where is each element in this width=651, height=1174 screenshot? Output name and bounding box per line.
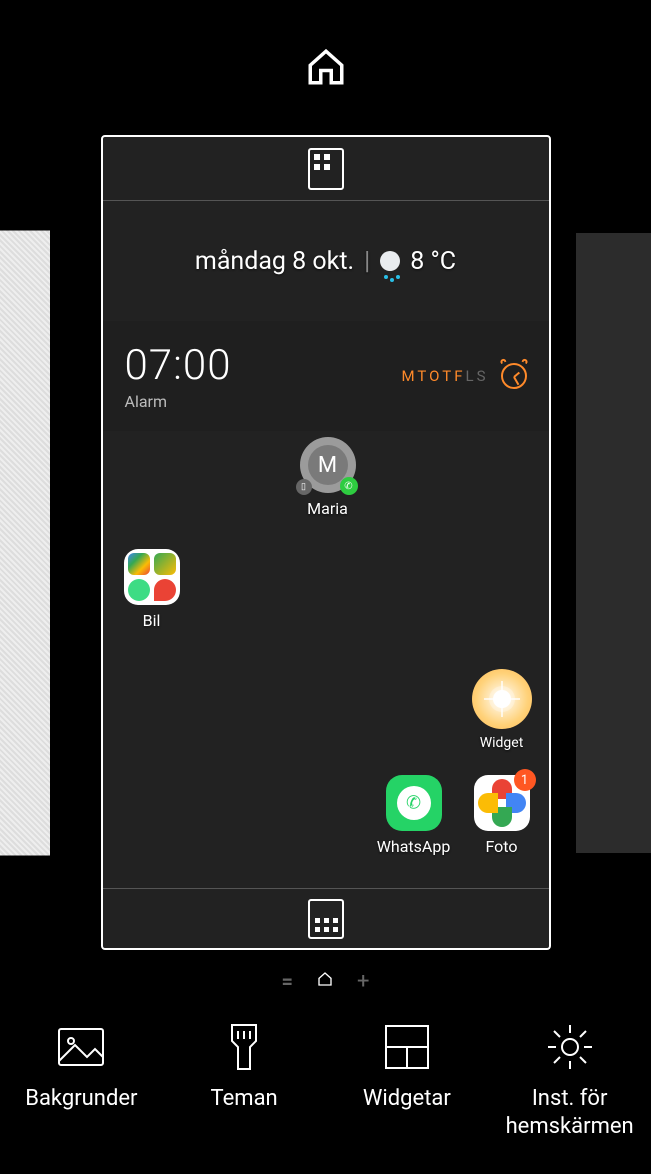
app-label: Maria: [283, 499, 373, 518]
app-label: Bil: [107, 611, 197, 630]
widgets-button[interactable]: Widgetar: [332, 1021, 482, 1113]
home-settings-button[interactable]: Inst. för hemskärmen: [495, 1021, 645, 1140]
wallpapers-icon: [55, 1021, 107, 1073]
themes-icon: [218, 1021, 270, 1073]
home-page-preview[interactable]: måndag 8 okt. | 8 °C 07:00 Alarm MTOTFLS…: [101, 135, 551, 950]
page-peek-right[interactable]: [576, 233, 651, 853]
home-icon: [305, 46, 347, 88]
app-whatsapp[interactable]: ✆ WhatsApp: [369, 775, 459, 856]
preview-bottom-strip: [103, 888, 549, 948]
date-weather-widget[interactable]: måndag 8 okt. | 8 °C: [103, 201, 549, 321]
tool-label: Widgetar: [363, 1085, 451, 1113]
folder-bil[interactable]: Bil: [107, 549, 197, 630]
alarm-days: MTOTFLS: [401, 367, 488, 385]
widget-brightness[interactable]: Widget: [457, 669, 547, 751]
temperature-text: 8 °C: [410, 247, 456, 276]
date-text: måndag 8 okt.: [195, 247, 354, 276]
divider: |: [364, 247, 370, 276]
page-indicator: = +: [0, 951, 651, 1011]
alarm-time: 07:00: [125, 341, 232, 390]
pages-row: måndag 8 okt. | 8 °C 07:00 Alarm MTOTFLS…: [0, 134, 651, 951]
tool-label: Bakgrunder: [25, 1085, 137, 1113]
notification-badge: 1: [514, 769, 536, 791]
phone-badge-icon: ✆: [340, 477, 358, 495]
themes-button[interactable]: Teman: [169, 1021, 319, 1113]
alarm-widget[interactable]: 07:00 Alarm MTOTFLS: [103, 321, 549, 431]
app-label: Foto: [457, 837, 547, 856]
editor-toolbar: Bakgrunder Teman Widgetar Inst. för hems…: [0, 1011, 651, 1174]
alarm-clock-icon: [501, 363, 527, 389]
alarm-label: Alarm: [125, 392, 232, 411]
gear-icon: [544, 1021, 596, 1073]
contact-maria[interactable]: M ▯ ✆ Maria: [283, 437, 373, 518]
apps-grid-icon[interactable]: [308, 148, 344, 190]
widgets-icon: [381, 1021, 433, 1073]
add-page-button[interactable]: +: [357, 969, 369, 994]
app-label: WhatsApp: [369, 837, 459, 856]
weather-icon: [380, 251, 400, 271]
remove-page-button[interactable]: =: [282, 969, 293, 993]
sim-badge-icon: ▯: [296, 479, 312, 495]
wallpapers-button[interactable]: Bakgrunder: [6, 1021, 156, 1113]
app-foto[interactable]: 1 Foto: [457, 775, 547, 856]
preview-top-strip: [103, 137, 549, 201]
app-label: Widget: [457, 735, 547, 751]
top-bar: [0, 0, 651, 134]
apps-area: M ▯ ✆ Maria Bil Widget ✆ WhatsApp: [103, 431, 549, 891]
app-drawer-icon[interactable]: [308, 899, 344, 939]
tool-label: Inst. för hemskärmen: [495, 1085, 645, 1140]
tool-label: Teman: [211, 1085, 278, 1113]
home-page-indicator[interactable]: [317, 971, 333, 991]
page-peek-left[interactable]: [0, 230, 50, 855]
